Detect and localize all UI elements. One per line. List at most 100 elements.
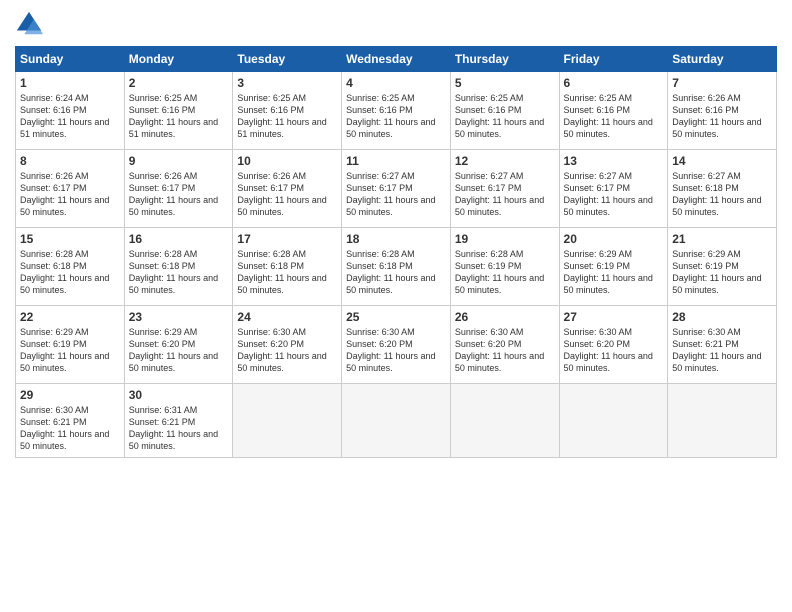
calendar-cell: 12 Sunrise: 6:27 AMSunset: 6:17 PMDaylig… xyxy=(450,150,559,228)
calendar-body: 1 Sunrise: 6:24 AMSunset: 6:16 PMDayligh… xyxy=(16,72,777,458)
day-number: 29 xyxy=(20,388,120,402)
day-number: 13 xyxy=(564,154,664,168)
day-number: 21 xyxy=(672,232,772,246)
calendar-cell: 14 Sunrise: 6:27 AMSunset: 6:18 PMDaylig… xyxy=(668,150,777,228)
day-number: 30 xyxy=(129,388,229,402)
day-number: 8 xyxy=(20,154,120,168)
header-tuesday: Tuesday xyxy=(233,47,342,72)
day-number: 7 xyxy=(672,76,772,90)
day-info: Sunrise: 6:27 AMSunset: 6:17 PMDaylight:… xyxy=(346,171,435,217)
day-info: Sunrise: 6:26 AMSunset: 6:16 PMDaylight:… xyxy=(672,93,761,139)
calendar-cell: 29 Sunrise: 6:30 AMSunset: 6:21 PMDaylig… xyxy=(16,384,125,458)
calendar-cell: 10 Sunrise: 6:26 AMSunset: 6:17 PMDaylig… xyxy=(233,150,342,228)
day-number: 15 xyxy=(20,232,120,246)
day-info: Sunrise: 6:26 AMSunset: 6:17 PMDaylight:… xyxy=(237,171,326,217)
calendar-cell: 8 Sunrise: 6:26 AMSunset: 6:17 PMDayligh… xyxy=(16,150,125,228)
day-info: Sunrise: 6:28 AMSunset: 6:18 PMDaylight:… xyxy=(346,249,435,295)
day-info: Sunrise: 6:28 AMSunset: 6:18 PMDaylight:… xyxy=(237,249,326,295)
header-wednesday: Wednesday xyxy=(342,47,451,72)
calendar-cell: 9 Sunrise: 6:26 AMSunset: 6:17 PMDayligh… xyxy=(124,150,233,228)
day-number: 20 xyxy=(564,232,664,246)
day-info: Sunrise: 6:26 AMSunset: 6:17 PMDaylight:… xyxy=(129,171,218,217)
calendar-cell: 26 Sunrise: 6:30 AMSunset: 6:20 PMDaylig… xyxy=(450,306,559,384)
calendar-cell: 5 Sunrise: 6:25 AMSunset: 6:16 PMDayligh… xyxy=(450,72,559,150)
week-row-5: 29 Sunrise: 6:30 AMSunset: 6:21 PMDaylig… xyxy=(16,384,777,458)
day-number: 28 xyxy=(672,310,772,324)
day-info: Sunrise: 6:28 AMSunset: 6:18 PMDaylight:… xyxy=(20,249,109,295)
day-number: 18 xyxy=(346,232,446,246)
calendar-cell xyxy=(559,384,668,458)
day-number: 4 xyxy=(346,76,446,90)
header xyxy=(15,10,777,38)
day-info: Sunrise: 6:30 AMSunset: 6:20 PMDaylight:… xyxy=(237,327,326,373)
day-info: Sunrise: 6:24 AMSunset: 6:16 PMDaylight:… xyxy=(20,93,109,139)
calendar-cell: 4 Sunrise: 6:25 AMSunset: 6:16 PMDayligh… xyxy=(342,72,451,150)
day-number: 17 xyxy=(237,232,337,246)
day-number: 23 xyxy=(129,310,229,324)
day-info: Sunrise: 6:25 AMSunset: 6:16 PMDaylight:… xyxy=(346,93,435,139)
calendar: SundayMondayTuesdayWednesdayThursdayFrid… xyxy=(15,46,777,458)
day-number: 25 xyxy=(346,310,446,324)
day-info: Sunrise: 6:30 AMSunset: 6:21 PMDaylight:… xyxy=(672,327,761,373)
logo xyxy=(15,10,47,38)
day-info: Sunrise: 6:30 AMSunset: 6:21 PMDaylight:… xyxy=(20,405,109,451)
week-row-4: 22 Sunrise: 6:29 AMSunset: 6:19 PMDaylig… xyxy=(16,306,777,384)
calendar-cell xyxy=(450,384,559,458)
day-info: Sunrise: 6:25 AMSunset: 6:16 PMDaylight:… xyxy=(455,93,544,139)
calendar-cell xyxy=(342,384,451,458)
calendar-cell: 15 Sunrise: 6:28 AMSunset: 6:18 PMDaylig… xyxy=(16,228,125,306)
week-row-3: 15 Sunrise: 6:28 AMSunset: 6:18 PMDaylig… xyxy=(16,228,777,306)
page: SundayMondayTuesdayWednesdayThursdayFrid… xyxy=(0,0,792,612)
day-info: Sunrise: 6:25 AMSunset: 6:16 PMDaylight:… xyxy=(129,93,218,139)
calendar-cell: 11 Sunrise: 6:27 AMSunset: 6:17 PMDaylig… xyxy=(342,150,451,228)
day-info: Sunrise: 6:29 AMSunset: 6:19 PMDaylight:… xyxy=(564,249,653,295)
day-number: 12 xyxy=(455,154,555,168)
calendar-cell: 7 Sunrise: 6:26 AMSunset: 6:16 PMDayligh… xyxy=(668,72,777,150)
day-number: 9 xyxy=(129,154,229,168)
calendar-cell xyxy=(668,384,777,458)
day-info: Sunrise: 6:26 AMSunset: 6:17 PMDaylight:… xyxy=(20,171,109,217)
calendar-cell: 3 Sunrise: 6:25 AMSunset: 6:16 PMDayligh… xyxy=(233,72,342,150)
day-number: 16 xyxy=(129,232,229,246)
calendar-cell: 19 Sunrise: 6:28 AMSunset: 6:19 PMDaylig… xyxy=(450,228,559,306)
day-info: Sunrise: 6:28 AMSunset: 6:18 PMDaylight:… xyxy=(129,249,218,295)
calendar-cell: 20 Sunrise: 6:29 AMSunset: 6:19 PMDaylig… xyxy=(559,228,668,306)
calendar-cell: 24 Sunrise: 6:30 AMSunset: 6:20 PMDaylig… xyxy=(233,306,342,384)
header-thursday: Thursday xyxy=(450,47,559,72)
day-number: 2 xyxy=(129,76,229,90)
header-row: SundayMondayTuesdayWednesdayThursdayFrid… xyxy=(16,47,777,72)
day-info: Sunrise: 6:27 AMSunset: 6:17 PMDaylight:… xyxy=(455,171,544,217)
day-info: Sunrise: 6:29 AMSunset: 6:20 PMDaylight:… xyxy=(129,327,218,373)
day-number: 3 xyxy=(237,76,337,90)
day-number: 14 xyxy=(672,154,772,168)
header-friday: Friday xyxy=(559,47,668,72)
calendar-cell: 22 Sunrise: 6:29 AMSunset: 6:19 PMDaylig… xyxy=(16,306,125,384)
day-info: Sunrise: 6:30 AMSunset: 6:20 PMDaylight:… xyxy=(564,327,653,373)
day-info: Sunrise: 6:29 AMSunset: 6:19 PMDaylight:… xyxy=(672,249,761,295)
day-number: 19 xyxy=(455,232,555,246)
header-monday: Monday xyxy=(124,47,233,72)
calendar-header: SundayMondayTuesdayWednesdayThursdayFrid… xyxy=(16,47,777,72)
day-info: Sunrise: 6:30 AMSunset: 6:20 PMDaylight:… xyxy=(346,327,435,373)
calendar-cell: 30 Sunrise: 6:31 AMSunset: 6:21 PMDaylig… xyxy=(124,384,233,458)
header-sunday: Sunday xyxy=(16,47,125,72)
calendar-cell: 16 Sunrise: 6:28 AMSunset: 6:18 PMDaylig… xyxy=(124,228,233,306)
day-number: 6 xyxy=(564,76,664,90)
calendar-cell xyxy=(233,384,342,458)
week-row-2: 8 Sunrise: 6:26 AMSunset: 6:17 PMDayligh… xyxy=(16,150,777,228)
day-info: Sunrise: 6:27 AMSunset: 6:18 PMDaylight:… xyxy=(672,171,761,217)
day-info: Sunrise: 6:25 AMSunset: 6:16 PMDaylight:… xyxy=(564,93,653,139)
calendar-cell: 13 Sunrise: 6:27 AMSunset: 6:17 PMDaylig… xyxy=(559,150,668,228)
calendar-cell: 28 Sunrise: 6:30 AMSunset: 6:21 PMDaylig… xyxy=(668,306,777,384)
calendar-cell: 1 Sunrise: 6:24 AMSunset: 6:16 PMDayligh… xyxy=(16,72,125,150)
day-info: Sunrise: 6:29 AMSunset: 6:19 PMDaylight:… xyxy=(20,327,109,373)
day-number: 10 xyxy=(237,154,337,168)
day-number: 1 xyxy=(20,76,120,90)
day-number: 27 xyxy=(564,310,664,324)
logo-icon xyxy=(15,10,43,38)
calendar-cell: 23 Sunrise: 6:29 AMSunset: 6:20 PMDaylig… xyxy=(124,306,233,384)
header-saturday: Saturday xyxy=(668,47,777,72)
day-number: 26 xyxy=(455,310,555,324)
calendar-cell: 2 Sunrise: 6:25 AMSunset: 6:16 PMDayligh… xyxy=(124,72,233,150)
day-info: Sunrise: 6:31 AMSunset: 6:21 PMDaylight:… xyxy=(129,405,218,451)
